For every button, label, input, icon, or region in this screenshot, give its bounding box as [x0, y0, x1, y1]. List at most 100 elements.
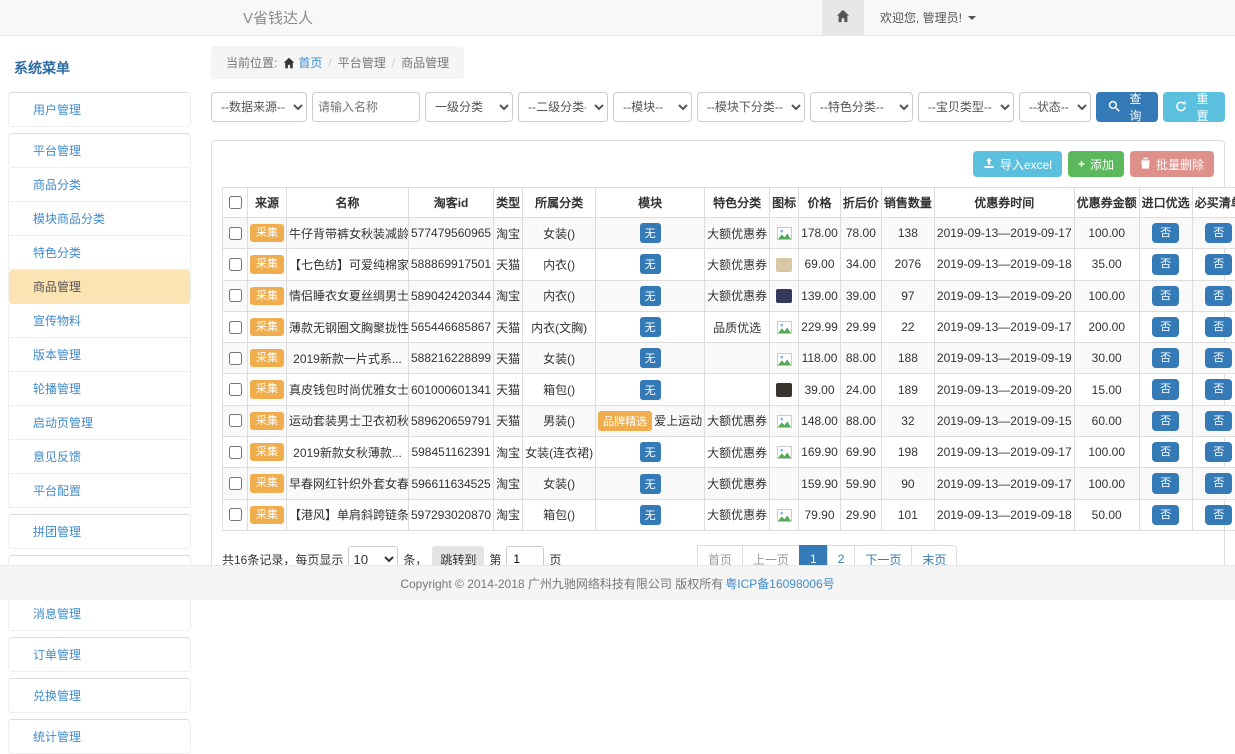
import-select-toggle[interactable]: 否 [1152, 348, 1179, 368]
sidebar-item[interactable]: 商品分类 [8, 168, 191, 202]
import-select-toggle[interactable]: 否 [1152, 223, 1179, 243]
must-buy-toggle[interactable]: 否 [1205, 286, 1232, 306]
discount-price: 88.00 [840, 405, 881, 436]
column-header: 折后价 [840, 188, 881, 218]
name-search-input[interactable] [312, 92, 420, 122]
filter-select[interactable]: --状态-- [1019, 92, 1091, 122]
sidebar-item[interactable]: 商品管理 [8, 270, 191, 304]
coupon-time: 2019-09-13—2019-09-17 [934, 468, 1074, 499]
module-badge: 无 [640, 286, 661, 306]
must-buy-toggle[interactable]: 否 [1205, 223, 1232, 243]
sidebar-item[interactable]: 平台管理 [8, 133, 191, 168]
sidebar-item[interactable]: 消息管理 [8, 596, 191, 631]
breadcrumb-home-link[interactable]: 首页 [283, 54, 322, 71]
sidebar-item[interactable]: 平台配置 [8, 474, 191, 508]
must-buy-toggle[interactable]: 否 [1205, 317, 1232, 337]
search-icon [1108, 100, 1120, 115]
must-buy-toggle[interactable]: 否 [1205, 442, 1232, 462]
home-button[interactable] [822, 0, 864, 35]
source-badge: 采集 [250, 349, 284, 367]
filter-select-source[interactable]: --数据来源-- [211, 92, 307, 122]
column-header: 特色分类 [705, 188, 770, 218]
row-checkbox[interactable] [229, 258, 242, 271]
product-name: 【七色纺】可爱纯棉家... [287, 249, 409, 280]
source-badge: 采集 [250, 443, 284, 461]
discount-price: 78.00 [840, 218, 881, 249]
sidebar-item[interactable]: 版本管理 [8, 338, 191, 372]
import-select-toggle[interactable]: 否 [1152, 286, 1179, 306]
batch-delete-button[interactable]: 批量删除 [1130, 151, 1214, 177]
search-button[interactable]: 查询 [1096, 92, 1158, 122]
coupon-amount: 15.00 [1074, 374, 1139, 405]
row-checkbox[interactable] [229, 227, 242, 240]
import-select-toggle[interactable]: 否 [1152, 505, 1179, 525]
table-row: 采集 早春网红针织外套女春... 596611634525 淘宝 女装() 无 … [223, 468, 1235, 499]
sidebar-item[interactable]: 特色分类 [8, 236, 191, 270]
image-placeholder-icon [777, 321, 792, 334]
sidebar-item[interactable]: 宣传物料 [8, 304, 191, 338]
row-checkbox[interactable] [229, 414, 242, 427]
sidebar-item[interactable]: 用户管理 [8, 92, 191, 127]
user-menu[interactable]: 欢迎您, 管理员! [864, 9, 990, 26]
sidebar-item[interactable]: 启动页管理 [8, 406, 191, 440]
must-buy-toggle[interactable]: 否 [1205, 505, 1232, 525]
sidebar-item-label: 兑换管理 [33, 689, 81, 703]
price: 178.00 [799, 218, 841, 249]
price: 39.00 [799, 374, 841, 405]
filter-select[interactable]: --模块下分类-- [697, 92, 805, 122]
import-select-toggle[interactable]: 否 [1152, 379, 1179, 399]
import-select-toggle[interactable]: 否 [1152, 317, 1179, 337]
import-select-toggle[interactable]: 否 [1152, 254, 1179, 274]
import-select-toggle[interactable]: 否 [1152, 442, 1179, 462]
import-select-toggle[interactable]: 否 [1152, 411, 1179, 431]
product-category: 女装() [523, 343, 596, 374]
row-checkbox[interactable] [229, 383, 242, 396]
import-icon [983, 157, 995, 172]
sidebar-item[interactable]: 订单管理 [8, 637, 191, 672]
must-buy-toggle[interactable]: 否 [1205, 473, 1232, 493]
taoke-id: 577479560965 [409, 218, 494, 249]
discount-price: 24.00 [840, 374, 881, 405]
must-buy-toggle[interactable]: 否 [1205, 254, 1232, 274]
sidebar-item[interactable]: 意见反馈 [8, 440, 191, 474]
must-buy-toggle[interactable]: 否 [1205, 348, 1232, 368]
icon-cell [770, 311, 799, 342]
sidebar-item[interactable]: 轮播管理 [8, 372, 191, 406]
sidebar-item[interactable]: 拼团管理 [8, 514, 191, 549]
must-buy-toggle[interactable]: 否 [1205, 379, 1232, 399]
icp-link[interactable]: 粤ICP备16098006号 [725, 575, 834, 592]
filter-select[interactable]: 一级分类 [425, 92, 513, 122]
module-cell: 无 [596, 437, 705, 468]
row-checkbox[interactable] [229, 289, 242, 302]
icon-cell [770, 468, 799, 499]
row-checkbox[interactable] [229, 477, 242, 490]
product-category: 箱包() [523, 374, 596, 405]
row-checkbox[interactable] [229, 508, 242, 521]
icon-cell [770, 280, 799, 311]
filter-select[interactable]: --特色分类-- [810, 92, 913, 122]
filter-select[interactable]: --宝贝类型-- [918, 92, 1014, 122]
sidebar-item[interactable]: 兑换管理 [8, 678, 191, 713]
import-select-toggle[interactable]: 否 [1152, 473, 1179, 493]
row-checkbox[interactable] [229, 352, 242, 365]
select-all-checkbox[interactable] [229, 196, 242, 209]
product-name: 薄款无钢圈文胸聚拢性... [287, 311, 409, 342]
breadcrumb-separator: / [328, 56, 331, 70]
filter-select[interactable]: --二级分类-- [518, 92, 608, 122]
add-button[interactable]: + 添加 [1068, 151, 1124, 177]
breadcrumb-separator: / [392, 56, 395, 70]
row-checkbox[interactable] [229, 321, 242, 334]
taoke-id: 565446685867 [409, 311, 494, 342]
table-row: 采集 【七色纺】可爱纯棉家... 588869917501 天猫 内衣() 无 … [223, 249, 1235, 280]
sidebar-item[interactable]: 统计管理 [8, 719, 191, 754]
row-checkbox[interactable] [229, 446, 242, 459]
import-excel-button[interactable]: 导入excel [973, 151, 1062, 177]
sidebar-item-label: 统计管理 [33, 730, 81, 744]
sidebar-item[interactable]: 模块商品分类 [8, 202, 191, 236]
reset-button[interactable]: 重置 [1163, 92, 1225, 122]
filter-select[interactable]: --模块-- [613, 92, 692, 122]
image-placeholder-icon [777, 353, 792, 366]
column-header: 来源 [248, 188, 287, 218]
must-buy-toggle[interactable]: 否 [1205, 411, 1232, 431]
coupon-time: 2019-09-13—2019-09-18 [934, 249, 1074, 280]
